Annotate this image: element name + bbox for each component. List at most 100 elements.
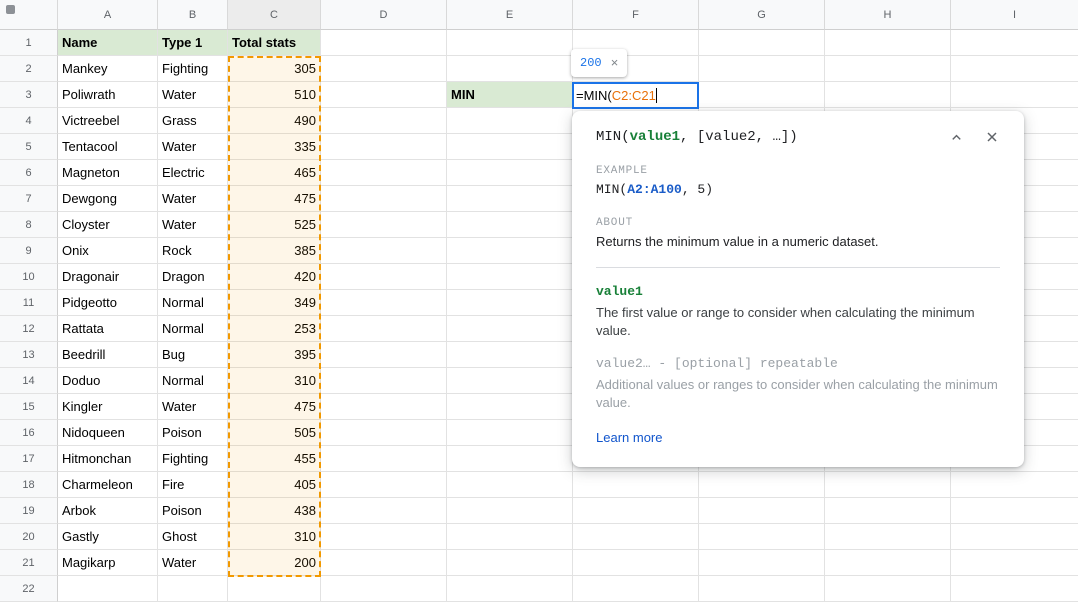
row-header-8[interactable]: 8: [0, 212, 58, 238]
cell-I21[interactable]: [951, 550, 1078, 576]
cell-B1[interactable]: Type 1: [158, 30, 228, 56]
cell-G19[interactable]: [699, 498, 825, 524]
cell-A22[interactable]: [58, 576, 158, 602]
cell-E20[interactable]: [447, 524, 573, 550]
cell-D11[interactable]: [321, 290, 447, 316]
cell-D4[interactable]: [321, 108, 447, 134]
row-header-14[interactable]: 14: [0, 368, 58, 394]
cell-B16[interactable]: Poison: [158, 420, 228, 446]
row-header-15[interactable]: 15: [0, 394, 58, 420]
cell-D9[interactable]: [321, 238, 447, 264]
cell-I19[interactable]: [951, 498, 1078, 524]
cell-H3[interactable]: [825, 82, 951, 108]
cell-E19[interactable]: [447, 498, 573, 524]
cell-F20[interactable]: [573, 524, 699, 550]
cell-E11[interactable]: [447, 290, 573, 316]
cell-E6[interactable]: [447, 160, 573, 186]
cell-C4[interactable]: 490: [228, 108, 321, 134]
cell-B14[interactable]: Normal: [158, 368, 228, 394]
cell-E14[interactable]: [447, 368, 573, 394]
row-header-19[interactable]: 19: [0, 498, 58, 524]
cell-E9[interactable]: [447, 238, 573, 264]
row-header-12[interactable]: 12: [0, 316, 58, 342]
cell-H22[interactable]: [825, 576, 951, 602]
select-all-corner[interactable]: [0, 0, 58, 30]
cell-C7[interactable]: 475: [228, 186, 321, 212]
cell-C8[interactable]: 525: [228, 212, 321, 238]
cell-E5[interactable]: [447, 134, 573, 160]
cell-A6[interactable]: Magneton: [58, 160, 158, 186]
row-header-16[interactable]: 16: [0, 420, 58, 446]
column-header-C[interactable]: C: [228, 0, 321, 30]
cell-B19[interactable]: Poison: [158, 498, 228, 524]
cell-D8[interactable]: [321, 212, 447, 238]
cell-E3[interactable]: MIN: [447, 82, 573, 108]
cell-B18[interactable]: Fire: [158, 472, 228, 498]
cell-E16[interactable]: [447, 420, 573, 446]
row-header-6[interactable]: 6: [0, 160, 58, 186]
learn-more-link[interactable]: Learn more: [596, 430, 662, 445]
cell-C11[interactable]: 349: [228, 290, 321, 316]
cell-E8[interactable]: [447, 212, 573, 238]
row-header-9[interactable]: 9: [0, 238, 58, 264]
cell-C14[interactable]: 310: [228, 368, 321, 394]
cell-A8[interactable]: Cloyster: [58, 212, 158, 238]
cell-E12[interactable]: [447, 316, 573, 342]
cell-B2[interactable]: Fighting: [158, 56, 228, 82]
row-header-13[interactable]: 13: [0, 342, 58, 368]
cell-D5[interactable]: [321, 134, 447, 160]
row-header-11[interactable]: 11: [0, 290, 58, 316]
cell-D10[interactable]: [321, 264, 447, 290]
cell-B21[interactable]: Water: [158, 550, 228, 576]
cell-C17[interactable]: 455: [228, 446, 321, 472]
row-header-7[interactable]: 7: [0, 186, 58, 212]
cell-C22[interactable]: [228, 576, 321, 602]
cell-I18[interactable]: [951, 472, 1078, 498]
cell-A18[interactable]: Charmeleon: [58, 472, 158, 498]
cell-D19[interactable]: [321, 498, 447, 524]
row-header-10[interactable]: 10: [0, 264, 58, 290]
row-header-20[interactable]: 20: [0, 524, 58, 550]
cell-B20[interactable]: Ghost: [158, 524, 228, 550]
cell-B15[interactable]: Water: [158, 394, 228, 420]
cell-A14[interactable]: Doduo: [58, 368, 158, 394]
cell-I20[interactable]: [951, 524, 1078, 550]
cell-F22[interactable]: [573, 576, 699, 602]
cell-E22[interactable]: [447, 576, 573, 602]
cell-F18[interactable]: [573, 472, 699, 498]
cell-G1[interactable]: [699, 30, 825, 56]
column-header-G[interactable]: G: [699, 0, 825, 30]
cell-A12[interactable]: Rattata: [58, 316, 158, 342]
cell-E21[interactable]: [447, 550, 573, 576]
cell-A15[interactable]: Kingler: [58, 394, 158, 420]
cell-A10[interactable]: Dragonair: [58, 264, 158, 290]
cell-E15[interactable]: [447, 394, 573, 420]
cell-C1[interactable]: Total stats: [228, 30, 321, 56]
cell-B11[interactable]: Normal: [158, 290, 228, 316]
cell-D14[interactable]: [321, 368, 447, 394]
cell-D7[interactable]: [321, 186, 447, 212]
cell-H20[interactable]: [825, 524, 951, 550]
cell-D22[interactable]: [321, 576, 447, 602]
cell-C6[interactable]: 465: [228, 160, 321, 186]
cell-E18[interactable]: [447, 472, 573, 498]
cell-D13[interactable]: [321, 342, 447, 368]
chip-close-icon[interactable]: ×: [611, 56, 619, 71]
cell-G21[interactable]: [699, 550, 825, 576]
cell-I3[interactable]: [951, 82, 1078, 108]
cell-B13[interactable]: Bug: [158, 342, 228, 368]
cell-D12[interactable]: [321, 316, 447, 342]
cell-C10[interactable]: 420: [228, 264, 321, 290]
row-header-21[interactable]: 21: [0, 550, 58, 576]
formula-edit-cell[interactable]: =MIN(C2:C21: [572, 82, 699, 109]
cell-B8[interactable]: Water: [158, 212, 228, 238]
row-header-5[interactable]: 5: [0, 134, 58, 160]
cell-A13[interactable]: Beedrill: [58, 342, 158, 368]
row-header-4[interactable]: 4: [0, 108, 58, 134]
cell-C9[interactable]: 385: [228, 238, 321, 264]
row-header-18[interactable]: 18: [0, 472, 58, 498]
cell-E10[interactable]: [447, 264, 573, 290]
cell-B3[interactable]: Water: [158, 82, 228, 108]
cell-A16[interactable]: Nidoqueen: [58, 420, 158, 446]
cell-B5[interactable]: Water: [158, 134, 228, 160]
